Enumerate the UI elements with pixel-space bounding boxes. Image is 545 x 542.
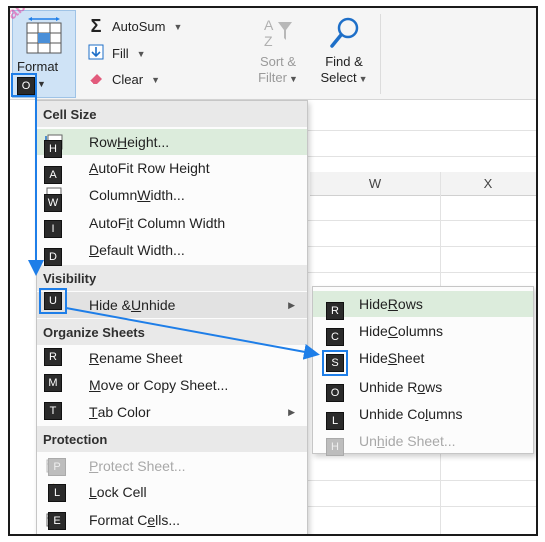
fill-down-icon <box>86 44 106 63</box>
menu-item-default-width[interactable]: Default Width... <box>37 237 307 263</box>
section-protection: Protection <box>37 426 307 452</box>
hide-unhide-submenu: Hide Rows Hide Columns Hide Sheet Unhide… <box>312 286 534 454</box>
sort-filter-label-2: Filter <box>258 70 287 85</box>
keytip-unhide-columns: L <box>326 412 344 430</box>
menu-item-column-width[interactable]: Column Width... <box>37 182 307 208</box>
keytip-unhide-rows: O <box>326 384 344 402</box>
chevron-down-icon: ▼ <box>358 74 368 84</box>
keytip-row-height: H <box>44 140 62 158</box>
fill-button[interactable]: Fill ▼ <box>86 44 146 63</box>
keytip-protect-sheet: P <box>48 458 66 476</box>
keytip-lock-cell: L <box>48 484 66 502</box>
sort-filter-icon: A Z <box>246 14 310 54</box>
section-organize-sheets: Organize Sheets <box>37 319 307 345</box>
eraser-icon <box>86 70 106 89</box>
submenu-item-hide-rows[interactable]: Hide Rows <box>313 291 533 317</box>
keytip-hide-sheet: S <box>326 354 344 372</box>
magnifier-icon <box>312 14 376 54</box>
format-icon <box>26 17 62 54</box>
keytip-format-cells: E <box>48 512 66 530</box>
menu-item-lock-cell[interactable]: Lock Cell <box>37 479 307 505</box>
sort-filter-button[interactable]: A Z Sort & Filter ▼ <box>246 14 310 87</box>
fill-label: Fill <box>112 46 129 61</box>
format-label: Format <box>17 59 59 74</box>
find-select-button[interactable]: Find & Select ▼ <box>312 14 376 87</box>
menu-item-move-copy-sheet[interactable]: Move or Copy Sheet... <box>37 372 307 398</box>
keytip-hide-rows: R <box>326 302 344 320</box>
chevron-right-icon: ▶ <box>288 299 295 310</box>
menu-item-tab-color[interactable]: Tab Color ▶ <box>37 399 307 425</box>
keytip-column-width: W <box>44 194 62 212</box>
keytip-autofit-column: I <box>44 220 62 238</box>
keytip-move-copy: M <box>44 374 62 392</box>
format-dropdown-menu: Cell Size Row Height... AutoFit Row Heig… <box>36 100 308 534</box>
menu-item-rename-sheet[interactable]: Rename Sheet <box>37 345 307 371</box>
section-cell-size: Cell Size <box>37 101 307 127</box>
find-select-label-2: Select <box>320 70 357 85</box>
autosum-label: AutoSum <box>112 19 166 34</box>
keytip-format: O <box>17 77 35 95</box>
menu-item-autofit-column-width[interactable]: AutoF i t Column Width <box>37 210 307 236</box>
chevron-right-icon: ▶ <box>288 406 295 417</box>
keytip-tab-color: T <box>44 402 62 420</box>
submenu-item-unhide-sheet[interactable]: Un h ide Sheet... <box>313 428 533 454</box>
clear-label: Clear <box>112 72 144 87</box>
screenshot-frame: Format O ▼ Σ AutoSum ▼ Fill ▼ Clear ▼ A … <box>8 6 538 536</box>
menu-item-row-height[interactable]: Row Height... <box>37 129 307 155</box>
chevron-down-icon: ▼ <box>288 74 298 84</box>
column-header-w[interactable]: W <box>310 172 440 196</box>
chevron-down-icon: ▼ <box>173 21 183 32</box>
svg-text:A: A <box>264 17 274 33</box>
submenu-item-unhide-rows[interactable]: Unhide Ro ws <box>313 374 533 400</box>
ribbon-separator <box>380 14 381 94</box>
keytip-hide-unhide: U <box>44 292 62 310</box>
submenu-item-hide-columns[interactable]: Hide Columns <box>313 318 533 344</box>
find-select-label-1: Find & <box>325 54 363 69</box>
keytip-autofit-row: A <box>44 166 62 184</box>
menu-item-protect-sheet[interactable]: Protect Sheet... <box>37 453 307 479</box>
submenu-item-unhide-columns[interactable]: Unhide Co l umns <box>313 401 533 427</box>
format-button[interactable]: Format O ▼ <box>12 10 76 98</box>
menu-item-hide-unhide[interactable]: Hide & Unhide ▶ <box>37 292 307 318</box>
sigma-icon: Σ <box>90 16 102 36</box>
menu-item-format-cells[interactable]: Format Ce lls... <box>37 507 307 533</box>
keytip-unhide-sheet: H <box>326 438 344 456</box>
keytip-default-width: D <box>44 248 62 266</box>
section-visibility: Visibility <box>37 265 307 291</box>
chevron-down-icon: ▼ <box>151 74 160 85</box>
sort-filter-label-1: Sort & <box>259 54 297 69</box>
svg-text:Z: Z <box>264 33 273 49</box>
clear-button[interactable]: Clear ▼ <box>86 70 160 89</box>
column-header-x[interactable]: X <box>440 172 536 196</box>
chevron-down-icon: ▼ <box>37 79 46 89</box>
keytip-hide-columns: C <box>326 328 344 346</box>
submenu-item-hide-sheet[interactable]: Hide Sheet <box>313 345 533 371</box>
autosum-button[interactable]: Σ AutoSum ▼ <box>86 16 183 37</box>
keytip-rename-sheet: R <box>44 348 62 366</box>
menu-item-autofit-row-height[interactable]: AutoFit Row Height <box>37 155 307 181</box>
ribbon: Format O ▼ Σ AutoSum ▼ Fill ▼ Clear ▼ A … <box>10 8 536 100</box>
chevron-down-icon: ▼ <box>136 48 146 59</box>
